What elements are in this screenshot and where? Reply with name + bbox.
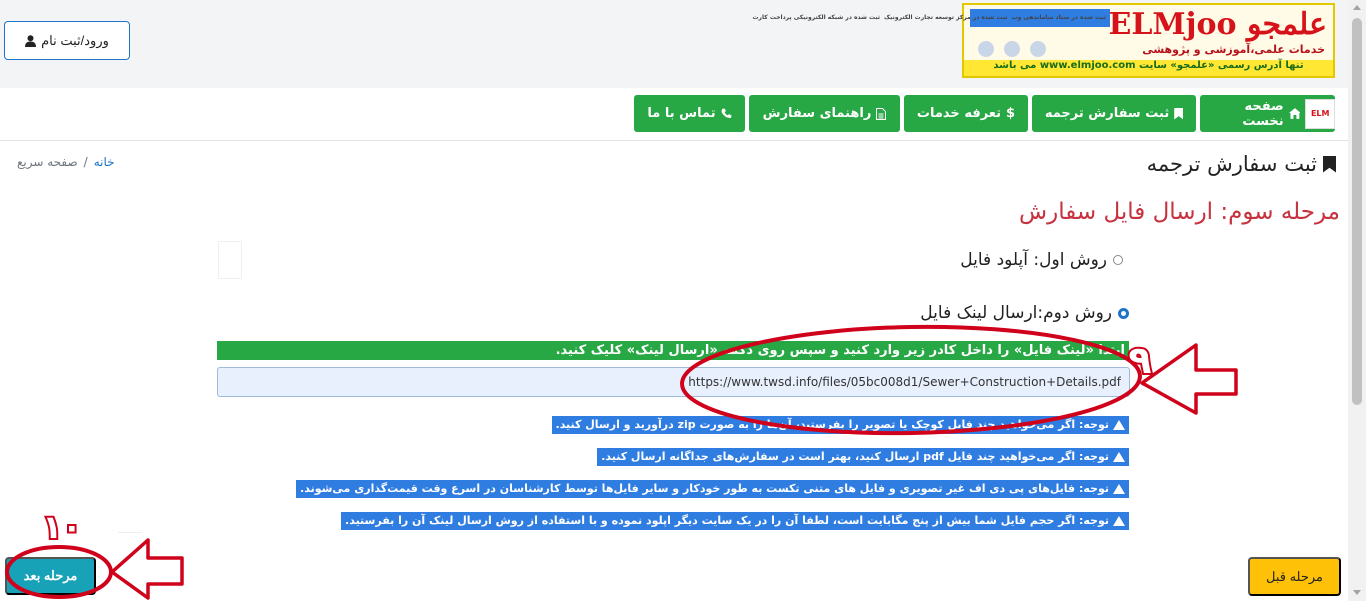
nav-order-guide-label: راهنمای سفارش [762,106,872,121]
nav-pricing-button[interactable]: $ تعرفه خدمات [904,95,1028,132]
method-link-option[interactable]: روش دوم:ارسال لینک فایل [920,303,1129,323]
nav-home-label: صفحه نخست [1242,98,1284,129]
logo-url-line: تنها آدرس رسمی «علمجو» سایت www.elmjoo.c… [964,60,1333,76]
dollar-icon: $ [1006,106,1016,121]
warning-icon [1113,516,1125,526]
trust-seals [978,41,1098,59]
previous-step-button[interactable]: مرحله قبل [1248,557,1341,596]
breadcrumb: صفحه سریع / خانه [17,155,115,169]
logo-tagline: خدمات علمی،آموزشی و پژوهشی [1142,43,1325,56]
home-icon [1288,108,1301,119]
next-step-button[interactable]: مرحله بعد [5,557,96,595]
nav-home-button[interactable]: ELM صفحه نخست [1200,95,1335,132]
note-pdf: توجه: اگر می‌خواهید چند فایل pdf ارسال ک… [597,448,1129,466]
nav-contact-label: تماس با ما [647,106,716,121]
arrow-icon [110,538,184,600]
login-label: ورود/ثبت نام [41,32,109,48]
page-scrollbar[interactable] [1348,0,1366,601]
user-icon [25,34,37,47]
breadcrumb-home-link[interactable]: خانه [94,155,115,169]
page-title: ثبت سفارش ترجمه [1147,152,1336,176]
method-link-label: روش دوم:ارسال لینک فایل [920,303,1112,323]
nav-contact-button[interactable]: تماس با ما [634,95,745,132]
note-text: توجه: اگر می‌خواهید چند فایل pdf ارسال ک… [601,450,1109,463]
note-text: توجه: اگر حجم فایل شما بیش از پنج مگابای… [345,514,1109,527]
warning-icon [1113,484,1125,494]
nav-order-guide-button[interactable]: راهنمای سفارش [749,95,900,132]
breadcrumb-current: صفحه سریع [17,155,78,169]
warning-icon [1113,452,1125,462]
upload-area-placeholder [218,241,242,279]
annotation-number-ten: ۱۰ [42,508,81,546]
nav-logo-icon: ELM [1305,98,1335,129]
nav-order-translation-button[interactable]: ثبت سفارش ترجمه [1032,95,1196,132]
method-upload-radio[interactable] [1113,255,1123,265]
note-text: توجه: اگر می‌خواهید چند فایل کوچک یا تصو… [555,418,1109,431]
bookmark-icon [1323,155,1336,173]
note-size: توجه: اگر حجم فایل شما بیش از پنج مگابای… [341,512,1129,530]
logo-brand: ELMjoo علمجو [1108,7,1327,42]
file-link-input[interactable] [217,367,1130,397]
document-icon [876,107,887,120]
link-instruction: ابتدا «لینک فایل» را داخل کادر زیر وارد … [217,341,1129,360]
login-register-button[interactable]: ورود/ثبت نام [4,21,130,60]
step-title: مرحله سوم: ارسال فایل سفارش [1019,199,1340,225]
note-zip: توجه: اگر می‌خواهید چند فایل کوچک یا تصو… [551,416,1129,434]
method-link-radio[interactable] [1118,307,1129,319]
elmjoo-logo[interactable]: ELMjoo علمجو خدمات علمی،آموزشی و پژوهشی … [753,3,1335,78]
logo-registration-note: ثبت شده در ستاد ساماندهی وب ثبت شده در م… [753,9,1110,27]
annotation-overlay: ۹ ۱۰ [5,324,1238,600]
phone-icon [721,108,732,119]
warning-icon [1113,420,1125,430]
annotation-number-nine: ۹ [1128,338,1151,382]
nav-order-translation-label: ثبت سفارش ترجمه [1044,106,1170,121]
divider [118,532,142,533]
nav-divider [0,140,1348,141]
note-text: توجه: فایل‌های پی دی اف غیر تصویری و فای… [300,482,1109,495]
arrow-icon [1140,343,1238,415]
bookmark-icon [1174,107,1184,120]
scrollbar-thumb[interactable] [1352,18,1362,405]
method-upload-label: روش اول: آپلود فایل [960,250,1107,270]
page-title-text: ثبت سفارش ترجمه [1146,152,1317,176]
nav-pricing-label: تعرفه خدمات [916,106,1002,121]
method-upload-option[interactable]: روش اول: آپلود فایل [960,250,1123,270]
scroll-down-arrow-icon[interactable] [1353,590,1361,595]
breadcrumb-separator: / [83,155,88,169]
note-pricing: توجه: فایل‌های پی دی اف غیر تصویری و فای… [296,480,1129,498]
scroll-up-arrow-icon[interactable] [1353,5,1361,10]
